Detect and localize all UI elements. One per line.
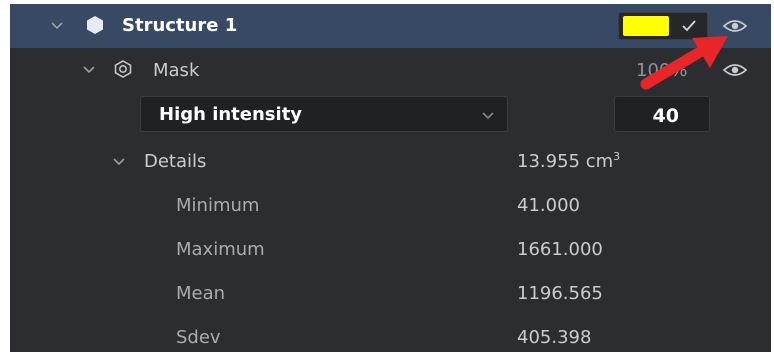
stat-row: Mean 1196.565 xyxy=(10,272,771,316)
stat-row: Maximum 1661.000 xyxy=(10,228,771,272)
threshold-input[interactable]: 40 xyxy=(614,96,710,132)
chevron-down-icon[interactable] xyxy=(82,63,96,77)
details-row[interactable]: Details 13.955 cm3 xyxy=(10,140,771,184)
stat-label: Maximum xyxy=(176,239,265,260)
details-volume: 13.955 cm3 xyxy=(517,150,621,172)
threshold-value: 40 xyxy=(652,105,679,127)
stat-label: Minimum xyxy=(176,195,260,216)
stat-value: 1196.565 xyxy=(517,283,603,304)
red-arrow-icon xyxy=(640,32,732,96)
chevron-down-icon[interactable] xyxy=(112,155,126,169)
stat-row: Minimum 41.000 xyxy=(10,184,771,228)
intensity-dropdown[interactable]: High intensity xyxy=(140,96,508,132)
stat-row: Sdev 405.398 xyxy=(10,316,771,352)
stat-value: 41.000 xyxy=(517,195,580,216)
volume-unit-exponent: 3 xyxy=(613,150,621,163)
stat-value: 1661.000 xyxy=(517,239,603,260)
mask-name: Mask xyxy=(153,60,200,81)
chevron-down-icon xyxy=(481,108,495,127)
chevron-down-icon[interactable] xyxy=(50,19,64,33)
stat-label: Sdev xyxy=(176,327,221,348)
structure-panel: Structure 1 Mask 100% High intensity 40 … xyxy=(10,4,771,352)
stat-value: 405.398 xyxy=(517,327,592,348)
structure-name: Structure 1 xyxy=(122,15,238,36)
volume-value: 13.955 cm xyxy=(517,151,614,172)
stat-label: Mean xyxy=(176,283,226,304)
intensity-selected: High intensity xyxy=(159,104,303,125)
hexagon-icon xyxy=(87,16,103,38)
mask-controls-row: High intensity 40 xyxy=(10,92,771,140)
mask-icon xyxy=(114,60,132,82)
details-label: Details xyxy=(144,151,207,172)
